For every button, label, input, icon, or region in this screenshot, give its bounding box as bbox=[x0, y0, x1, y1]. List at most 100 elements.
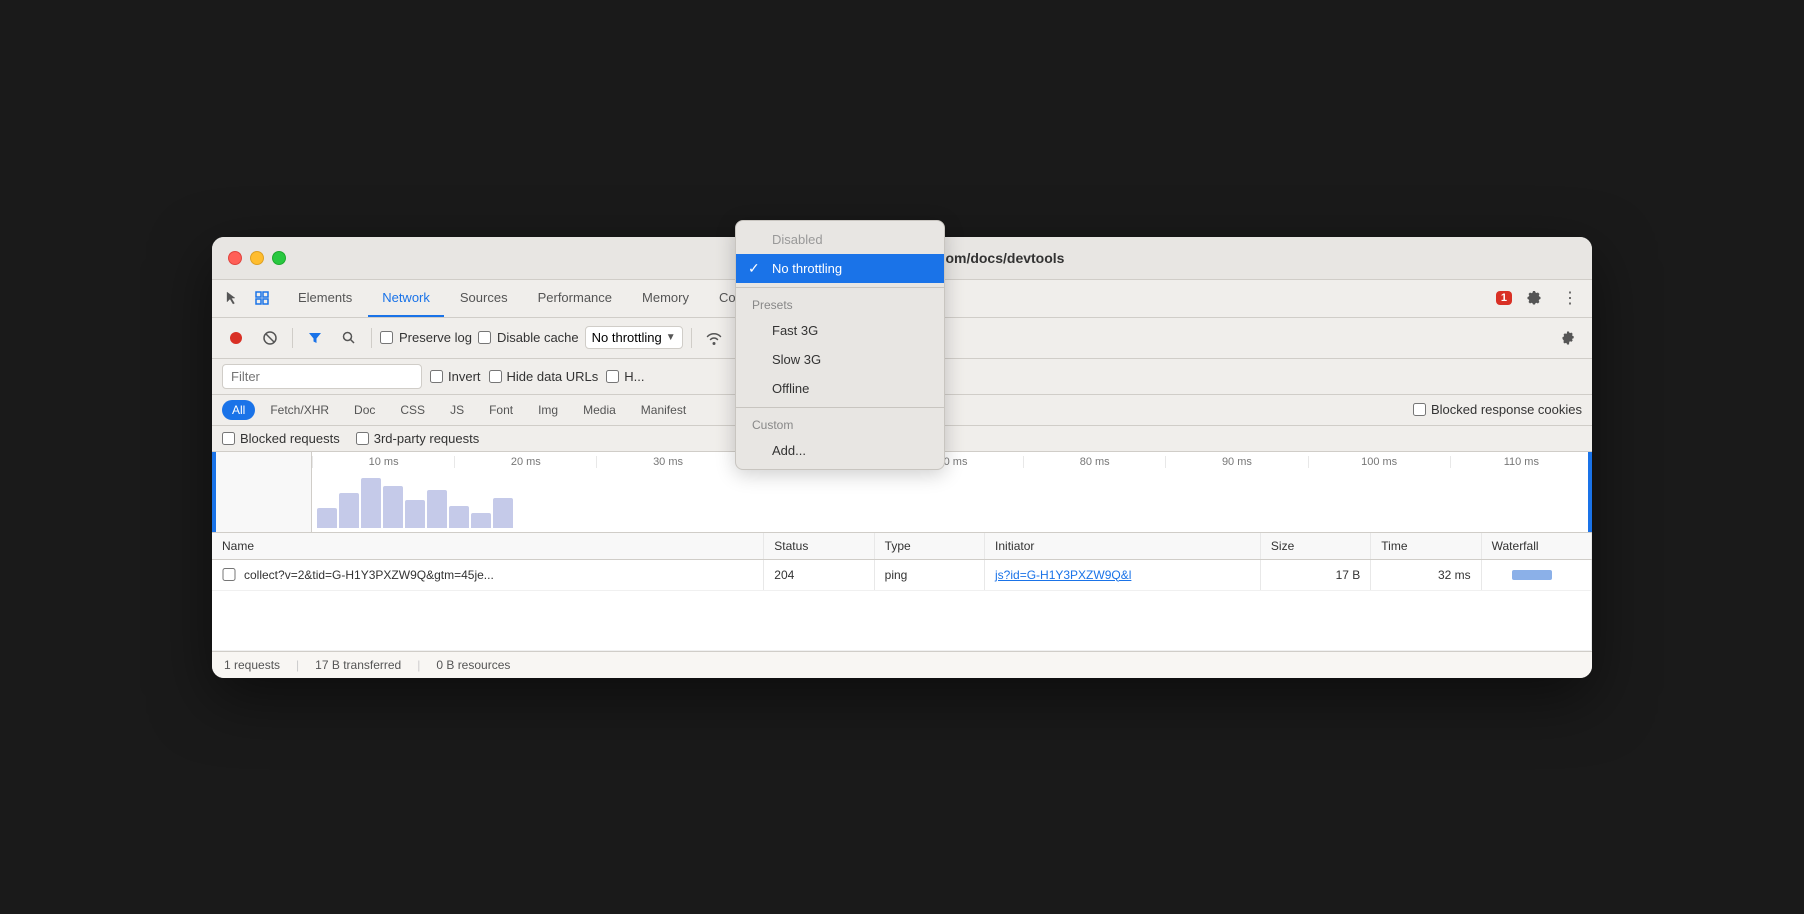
search-button[interactable] bbox=[335, 324, 363, 352]
timeline-bar bbox=[427, 490, 447, 528]
tabs-right: 1 ⋮ bbox=[1496, 284, 1584, 312]
blocked-requests-checkbox[interactable]: Blocked requests bbox=[222, 431, 340, 446]
row-waterfall bbox=[1481, 559, 1591, 590]
inspect-icon[interactable] bbox=[250, 286, 274, 310]
blocked-cookies-checkbox[interactable]: Blocked response cookies bbox=[1413, 402, 1582, 417]
custom-section-label: Custom bbox=[736, 412, 944, 436]
tick-110: 110 ms bbox=[1450, 456, 1592, 468]
type-btn-manifest[interactable]: Manifest bbox=[631, 400, 696, 420]
network-table: Name Status Type Initiator Size Time Wat… bbox=[212, 533, 1592, 651]
waterfall-bar bbox=[1512, 570, 1552, 580]
timeline-bar bbox=[383, 486, 403, 528]
timeline-bar bbox=[361, 478, 381, 528]
timeline-bar bbox=[339, 493, 359, 528]
tab-network[interactable]: Network bbox=[368, 280, 444, 317]
filter-input[interactable] bbox=[222, 364, 422, 389]
col-header-waterfall[interactable]: Waterfall bbox=[1481, 533, 1591, 560]
initiator-link[interactable]: js?id=G-H1Y3PXZW9Q&l bbox=[995, 568, 1131, 582]
throttle-chevron-icon: ▼ bbox=[666, 332, 676, 343]
hide-data-urls-checkbox[interactable]: Hide data URLs bbox=[489, 369, 599, 384]
tick-30: 30 ms bbox=[596, 456, 738, 468]
type-btn-media[interactable]: Media bbox=[573, 400, 626, 420]
timeline-bar bbox=[317, 508, 337, 528]
timeline-bar bbox=[493, 498, 513, 528]
timeline-bar bbox=[405, 500, 425, 528]
table-row[interactable]: collect?v=2&tid=G-H1Y3PXZW9Q&gtm=45je...… bbox=[212, 559, 1592, 590]
third-party-checkbox[interactable]: 3rd-party requests bbox=[356, 431, 480, 446]
waterfall-bar-container bbox=[1492, 568, 1581, 582]
resources-size: 0 B resources bbox=[436, 658, 510, 672]
dropdown-separator-2 bbox=[736, 407, 944, 408]
dropdown-separator-1 bbox=[736, 287, 944, 288]
throttle-dropdown[interactable]: No throttling ▼ bbox=[585, 326, 683, 349]
type-btn-doc[interactable]: Doc bbox=[344, 400, 385, 420]
maximize-button[interactable] bbox=[272, 251, 286, 265]
dropdown-item-disabled[interactable]: Disabled bbox=[736, 225, 944, 254]
type-btn-css[interactable]: CSS bbox=[390, 400, 435, 420]
timeline-bars bbox=[312, 472, 1592, 532]
table-body: collect?v=2&tid=G-H1Y3PXZW9Q&gtm=45je...… bbox=[212, 559, 1592, 650]
dropdown-item-no-throttling[interactable]: ✓ No throttling bbox=[736, 254, 944, 283]
toolbar-divider-3 bbox=[691, 328, 692, 348]
status-bar: 1 requests | 17 B transferred | 0 B reso… bbox=[212, 651, 1592, 678]
col-header-initiator[interactable]: Initiator bbox=[985, 533, 1261, 560]
row-name[interactable]: collect?v=2&tid=G-H1Y3PXZW9Q&gtm=45je... bbox=[212, 559, 764, 590]
issues-button[interactable]: 1 bbox=[1496, 291, 1512, 305]
empty-row bbox=[212, 590, 1592, 650]
tick-20: 20 ms bbox=[454, 456, 596, 468]
table-header: Name Status Type Initiator Size Time Wat… bbox=[212, 533, 1592, 560]
col-header-time[interactable]: Time bbox=[1371, 533, 1481, 560]
row-time: 32 ms bbox=[1371, 559, 1481, 590]
disable-cache-checkbox[interactable]: Disable cache bbox=[478, 330, 579, 345]
tick-80: 80 ms bbox=[1023, 456, 1165, 468]
more-options-button[interactable]: ⋮ bbox=[1556, 284, 1584, 312]
tick-10: 10 ms bbox=[312, 456, 454, 468]
throttle-label: No throttling bbox=[592, 330, 662, 345]
row-size: 17 B bbox=[1260, 559, 1370, 590]
tab-icons bbox=[220, 286, 274, 310]
type-btn-font[interactable]: Font bbox=[479, 400, 523, 420]
row-initiator[interactable]: js?id=G-H1Y3PXZW9Q&l bbox=[985, 559, 1261, 590]
type-btn-fetch-xhr[interactable]: Fetch/XHR bbox=[260, 400, 339, 420]
preserve-log-checkbox[interactable]: Preserve log bbox=[380, 330, 472, 345]
timeline-bar bbox=[471, 513, 491, 528]
dropdown-item-slow-3g[interactable]: Slow 3G bbox=[736, 345, 944, 374]
record-button[interactable] bbox=[222, 324, 250, 352]
traffic-lights bbox=[228, 251, 286, 265]
settings-button[interactable] bbox=[1520, 284, 1548, 312]
throttle-dropdown-menu: Disabled ✓ No throttling Presets Fast 3G… bbox=[735, 220, 945, 470]
presets-section-label: Presets bbox=[736, 292, 944, 316]
close-button[interactable] bbox=[228, 251, 242, 265]
check-icon: ✓ bbox=[748, 260, 760, 277]
timeline-ticks: 10 ms 20 ms 30 ms 40 ms 50 ms 80 ms 90 m… bbox=[312, 452, 1592, 472]
tick-100: 100 ms bbox=[1308, 456, 1450, 468]
col-header-size[interactable]: Size bbox=[1260, 533, 1370, 560]
filter-button[interactable] bbox=[301, 324, 329, 352]
dropdown-item-offline[interactable]: Offline bbox=[736, 374, 944, 403]
tab-elements[interactable]: Elements bbox=[284, 280, 366, 317]
network-settings-button[interactable] bbox=[1554, 324, 1582, 352]
toolbar-divider-1 bbox=[292, 328, 293, 348]
col-header-status[interactable]: Status bbox=[764, 533, 874, 560]
tab-memory[interactable]: Memory bbox=[628, 280, 703, 317]
type-btn-img[interactable]: Img bbox=[528, 400, 568, 420]
dropdown-item-fast-3g[interactable]: Fast 3G bbox=[736, 316, 944, 345]
tab-performance[interactable]: Performance bbox=[524, 280, 626, 317]
timeline-area[interactable]: 10 ms 20 ms 30 ms 40 ms 50 ms 80 ms 90 m… bbox=[312, 452, 1592, 532]
issues-badge: 1 bbox=[1496, 291, 1512, 305]
transferred-size: 17 B transferred bbox=[315, 658, 401, 672]
tab-sources[interactable]: Sources bbox=[446, 280, 522, 317]
hide-extension-checkbox[interactable]: H... bbox=[606, 369, 644, 384]
col-header-name[interactable]: Name bbox=[212, 533, 764, 560]
type-btn-js[interactable]: JS bbox=[440, 400, 474, 420]
cursor-icon[interactable] bbox=[220, 286, 244, 310]
clear-button[interactable] bbox=[256, 324, 284, 352]
type-btn-all[interactable]: All bbox=[222, 400, 255, 420]
invert-checkbox[interactable]: Invert bbox=[430, 369, 481, 384]
col-header-type[interactable]: Type bbox=[874, 533, 984, 560]
dropdown-item-add[interactable]: Add... bbox=[736, 436, 944, 465]
wifi-conditions-button[interactable] bbox=[700, 324, 728, 352]
row-checkbox[interactable] bbox=[222, 568, 236, 581]
minimize-button[interactable] bbox=[250, 251, 264, 265]
timeline-bar bbox=[449, 506, 469, 528]
